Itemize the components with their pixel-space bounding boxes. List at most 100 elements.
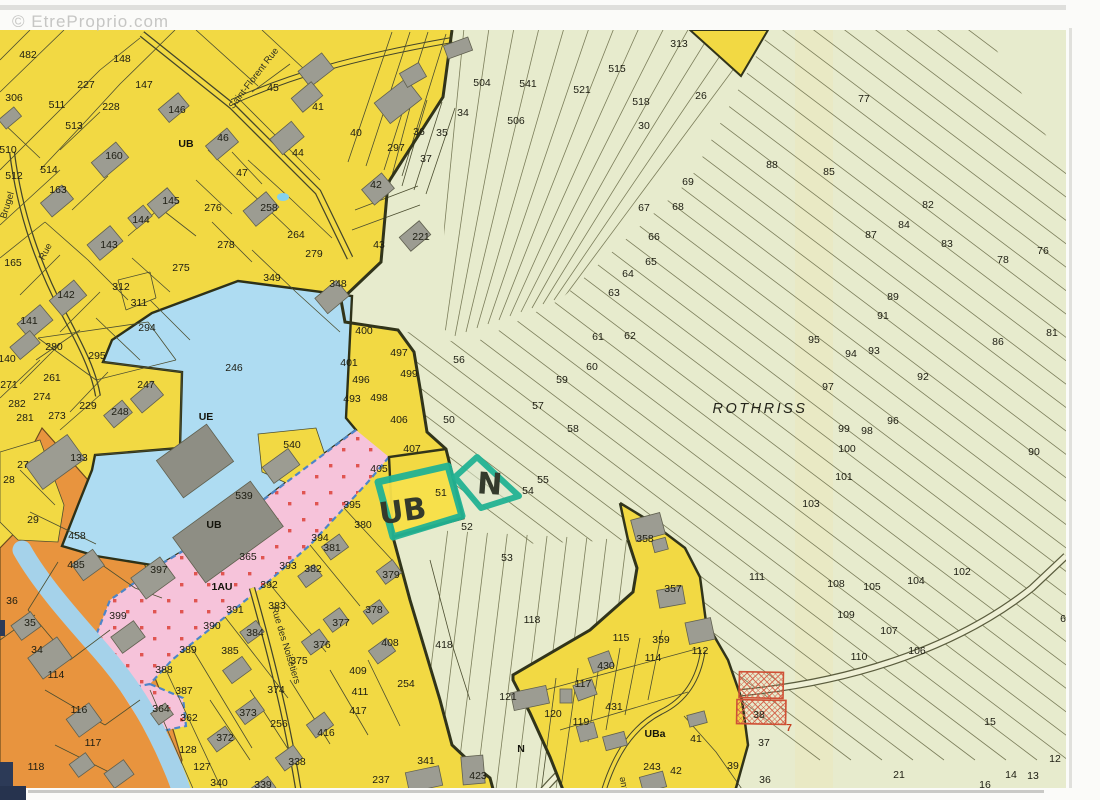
parcel-number-label: 401	[340, 357, 358, 369]
parcel-number-label: 145	[162, 195, 180, 207]
parcel-number-label: 52	[461, 521, 473, 533]
parcel-number-label: 38	[753, 709, 765, 721]
parcel-number-label: 417	[349, 705, 367, 717]
parcel-number-label: 36	[6, 595, 18, 607]
parcel-number-label: 64	[622, 268, 634, 280]
parcel-number-label: 69	[682, 176, 694, 188]
parcel-number-label: 114	[48, 669, 65, 681]
parcel-number-label: 93	[868, 345, 880, 357]
parcel-number-label: 127	[193, 761, 211, 773]
parcel-number-label: 143	[100, 239, 118, 251]
parcel-number-label: 515	[608, 63, 626, 75]
parcel-number-label: 311	[131, 297, 148, 309]
parcel-number-label: 393	[279, 560, 297, 572]
parcel-number-label: 279	[305, 248, 323, 260]
zone-label: 1AU	[211, 581, 232, 593]
parcel-number-label: 395	[343, 499, 361, 511]
parcel-number-label: 276	[204, 202, 222, 214]
parcel-number-label: 104	[907, 575, 925, 587]
parcel-number-label: 114	[645, 652, 662, 664]
parcel-number-label: 128	[179, 744, 197, 756]
parcel-number-label: 391	[226, 604, 244, 616]
parcel-number-label: 388	[155, 664, 173, 676]
parcel-number-label: 376	[313, 639, 331, 651]
parcel-number-label: 485	[67, 559, 85, 571]
parcel-number-label: 44	[292, 147, 304, 159]
parcel-number-label: 416	[317, 727, 335, 739]
parcel-number-label: 118	[28, 761, 45, 773]
parcel-number-label: 115	[613, 632, 630, 644]
parcel-number-label: 92	[917, 371, 929, 383]
parcel-number-label: 53	[501, 552, 513, 564]
parcel-number-label: 278	[217, 239, 235, 251]
parcel-number-label: 397	[150, 564, 168, 576]
pond	[277, 193, 289, 201]
parcel-number-label: 389	[179, 644, 197, 656]
parcel-number-label: 59	[556, 374, 568, 386]
parcel-number-label: 42	[670, 765, 682, 777]
parcel-number-label: 77	[858, 93, 870, 105]
parcel-number-label: 27	[17, 459, 29, 471]
parcel-number-label: 387	[175, 685, 193, 697]
parcel-number-label: 458	[68, 530, 86, 542]
parcel-number-label: 83	[941, 238, 953, 250]
parcel-number-label: 406	[390, 414, 408, 426]
parcel-number-label: 58	[567, 423, 579, 435]
parcel-number-label: 112	[692, 645, 709, 657]
parcel-number-label: 340	[210, 777, 228, 789]
parcel-number-label: 418	[435, 639, 453, 651]
parcel-number-label: 380	[354, 519, 372, 531]
parcel-number-label: 26	[695, 90, 707, 102]
parcel-number-label: 105	[863, 581, 881, 593]
parcel-number-label: 229	[79, 400, 97, 412]
parcel-number-label: 82	[922, 199, 934, 211]
parcel-number-label: 140	[0, 353, 16, 365]
parcel-number-label: 294	[138, 322, 156, 334]
parcel-number-label: 407	[403, 443, 421, 455]
parcel-number-label: 57	[532, 400, 544, 412]
parcel-number-label: 275	[172, 262, 190, 274]
parcel-number-label: 506	[507, 115, 525, 127]
parcel-number-label: 295	[88, 350, 106, 362]
parcel-number-label: 258	[260, 202, 278, 214]
parcel-number-label: 221	[412, 231, 430, 243]
parcel-number-label: 384	[246, 627, 264, 639]
parcel-number-label: 94	[845, 348, 857, 360]
red-parcel-annotation: 7	[786, 722, 792, 734]
parcel-number-label: 35	[436, 127, 448, 139]
parcel-number-label: 297	[387, 142, 405, 154]
parcel-number-label: 362	[180, 712, 198, 724]
parcel-number-label: 246	[225, 362, 243, 374]
parcel-number-label: 36	[413, 126, 425, 138]
parcel-number-label: 518	[632, 96, 650, 108]
scan-corner-dark	[0, 762, 13, 788]
parcel-number-label: 67	[638, 202, 650, 214]
parcel-number-label: 497	[390, 347, 408, 359]
parcel-number-label: 28	[3, 474, 15, 486]
parcel-number-label: 47	[236, 167, 248, 179]
parcel-number-label: 39	[727, 760, 739, 772]
parcel-number-label: 227	[77, 79, 95, 91]
parcel-number-label: 364	[152, 703, 170, 715]
parcel-number-label: 147	[135, 79, 153, 91]
parcel-number-label: 357	[664, 583, 682, 595]
parcel-number-label: 68	[672, 201, 684, 213]
parcel-number-label: 373	[239, 707, 257, 719]
parcel-number-label: 102	[953, 566, 971, 578]
parcel-number-label: 100	[838, 443, 856, 455]
parcel-number-label: 540	[283, 439, 301, 451]
parcel-number-label: 117	[85, 737, 102, 749]
parcel-number-label: 349	[263, 272, 281, 284]
parcel-number-label: 56	[453, 354, 465, 366]
parcel-number-label: 60	[586, 361, 598, 373]
parcel-number-label: 493	[343, 393, 361, 405]
parcel-number-label: 97	[822, 381, 834, 393]
parcel-number-label: 43	[373, 239, 385, 251]
parcel-number-label: 247	[137, 379, 155, 391]
parcel-number-label: 365	[239, 551, 257, 563]
parcel-number-label: 256	[270, 718, 288, 730]
parcel-number-label: 405	[370, 463, 388, 475]
parcel-number-label: 46	[217, 132, 229, 144]
parcel-number-label: 261	[43, 372, 61, 384]
parcel-number-label: 499	[400, 368, 418, 380]
